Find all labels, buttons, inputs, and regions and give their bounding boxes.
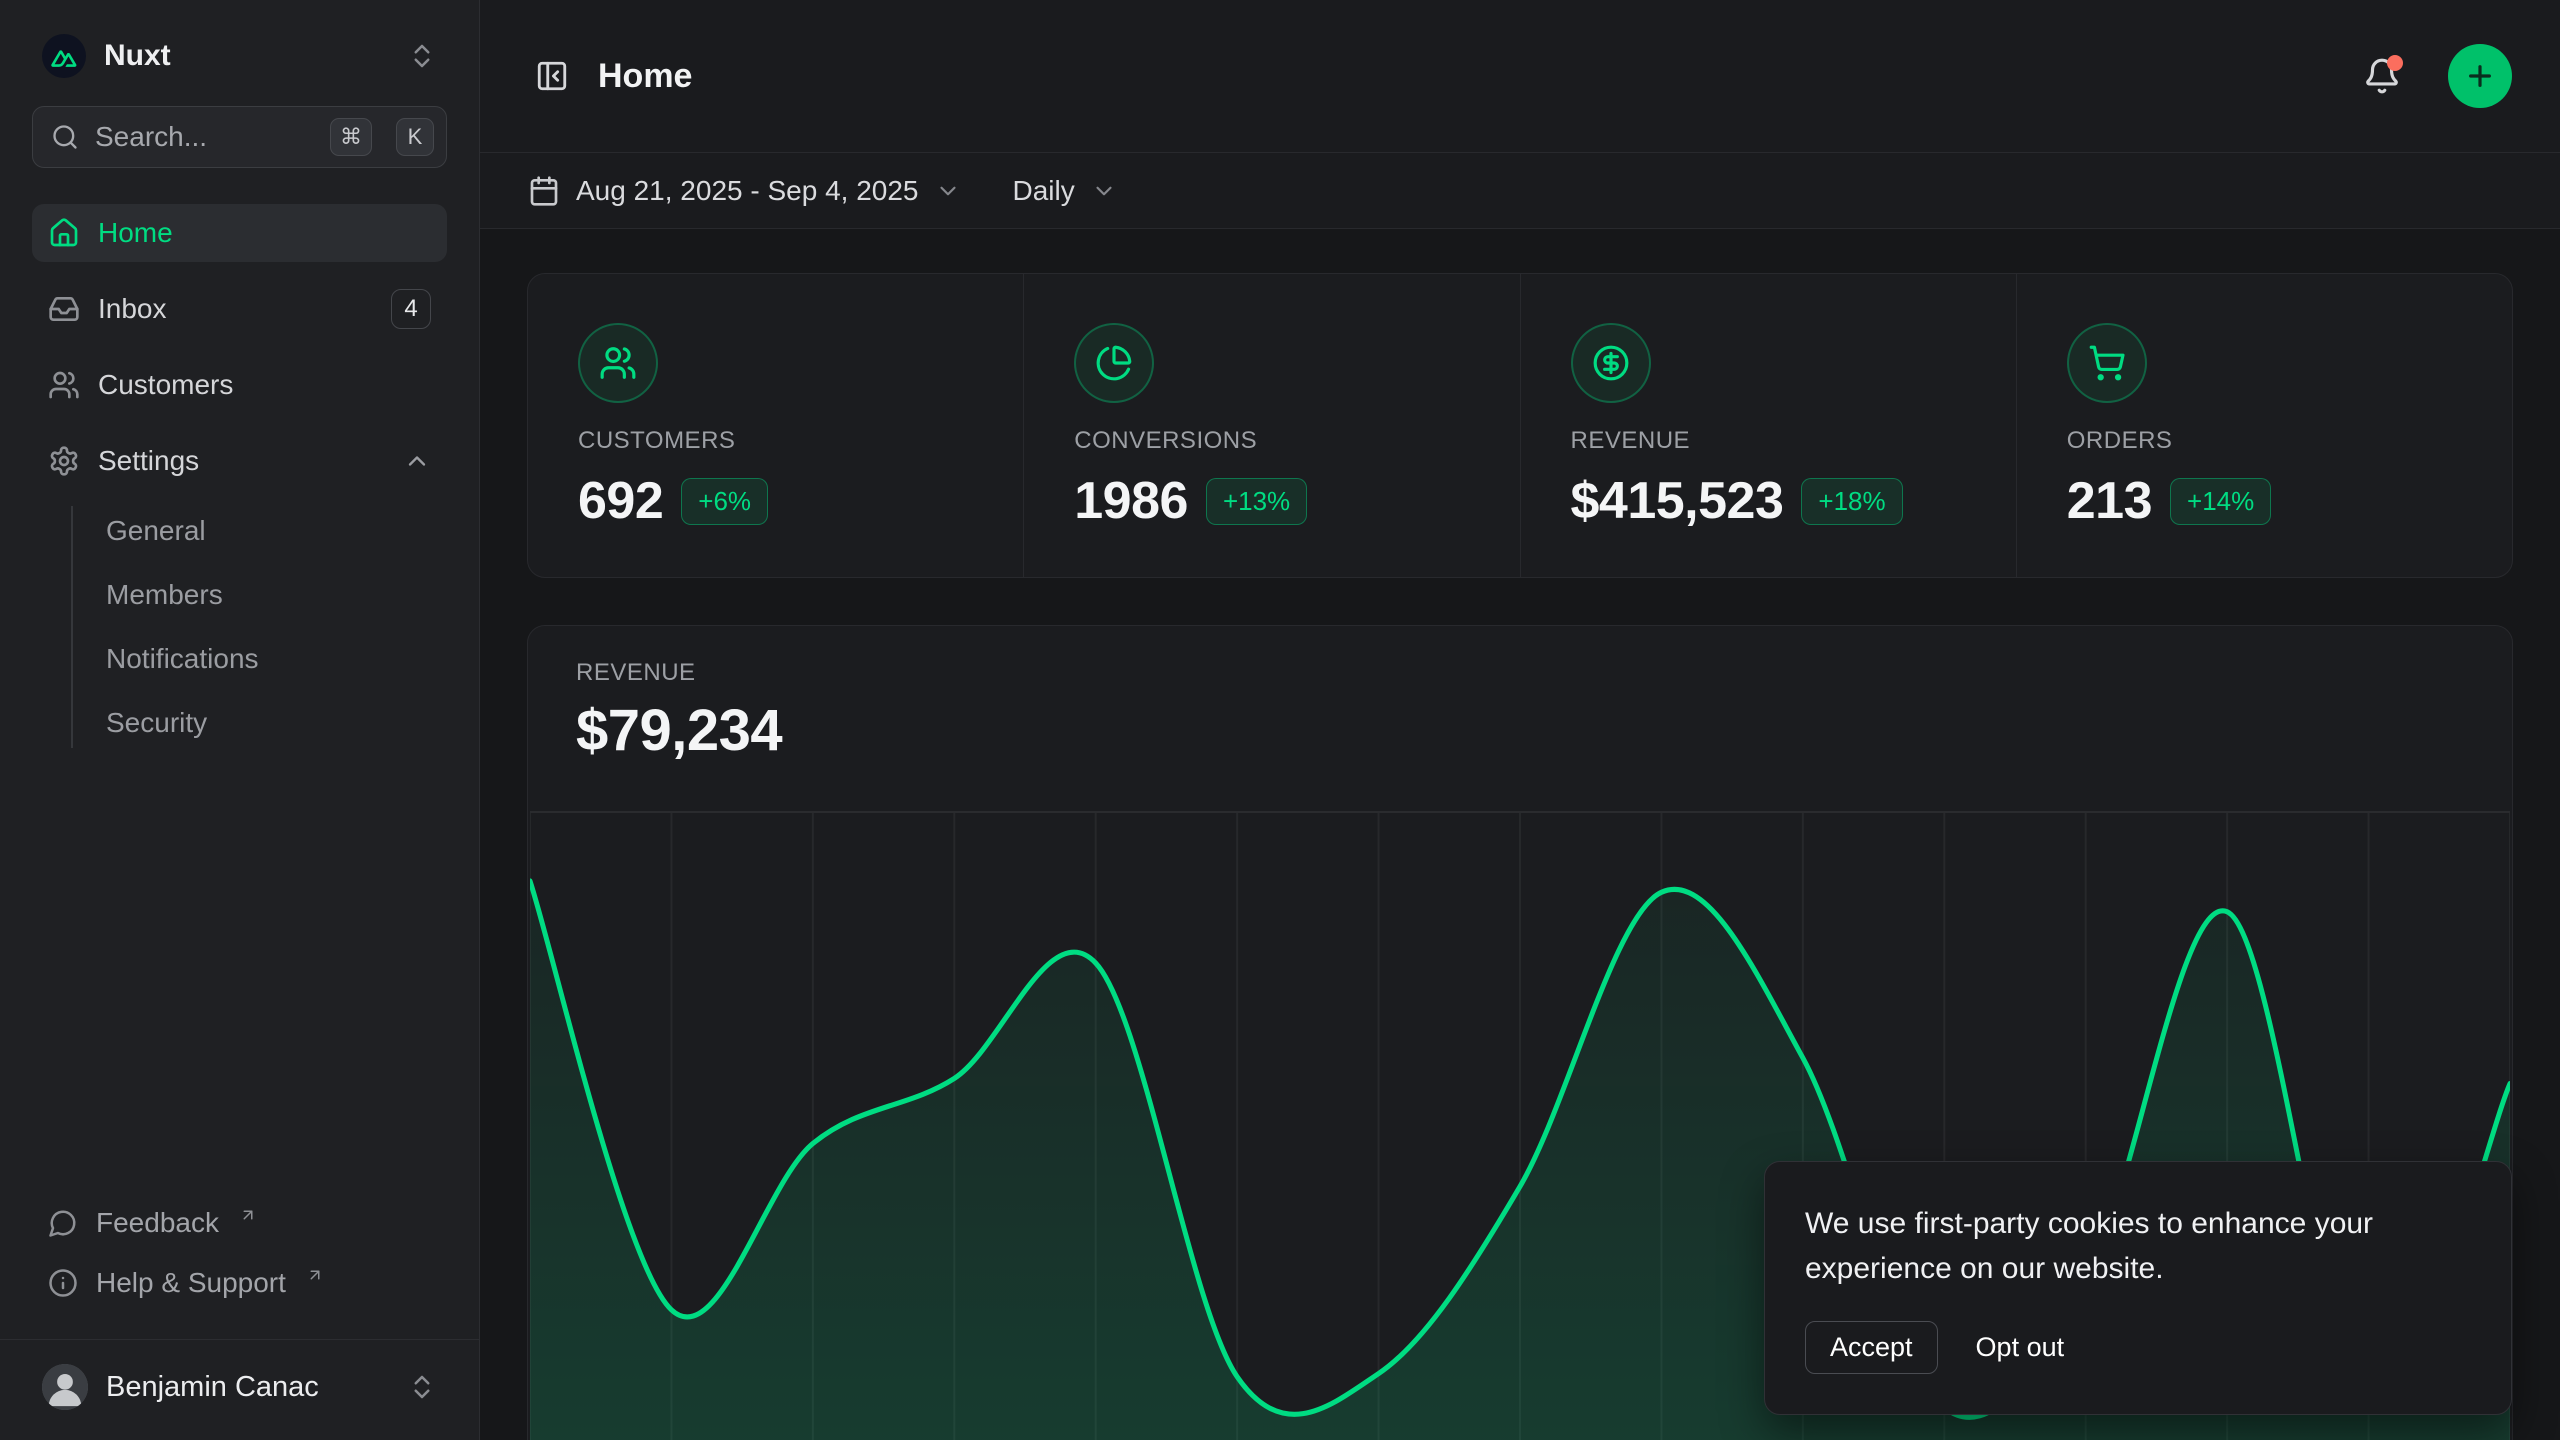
chevron-down-icon [1091,178,1117,204]
inbox-icon [48,293,80,325]
cookie-banner: We use first-party cookies to enhance yo… [1764,1161,2512,1415]
sidebar-item-label: Inbox [98,293,167,325]
settings-subnav: General Members Notifications Security [71,506,447,748]
stat-conversions[interactable]: CONVERSIONS 1986 +13% [1023,274,1519,577]
gear-icon [48,445,80,477]
external-link-icon [306,1266,324,1284]
stat-delta-badge: +6% [681,478,768,525]
sidebar-item-inbox[interactable]: Inbox 4 [32,280,447,338]
opt-out-button[interactable]: Opt out [1972,1322,2069,1373]
subnav-label: General [106,515,206,547]
search-input[interactable] [95,121,314,153]
circle-dollar-icon [1571,323,1651,403]
team-name: Nuxt [104,39,171,73]
stat-value: $415,523 [1571,471,1784,531]
notification-dot [2387,55,2403,71]
stat-customers[interactable]: CUSTOMERS 692 +6% [528,274,1023,577]
toolbar: Aug 21, 2025 - Sep 4, 2025 Daily [480,153,2560,229]
sidebar-item-notifications[interactable]: Notifications [106,634,447,684]
kbd-k: K [396,118,434,156]
pie-chart-icon [1074,323,1154,403]
period-select[interactable]: Daily [1013,175,1117,207]
stat-value: 692 [578,471,663,531]
inbox-count-badge: 4 [391,289,431,329]
external-link-icon [239,1206,257,1224]
stat-revenue[interactable]: REVENUE $415,523 +18% [1520,274,2016,577]
revenue-total: $79,234 [576,697,2464,764]
shopping-cart-icon [2067,323,2147,403]
user-name: Benjamin Canac [106,1371,319,1404]
page-header: Home [480,0,2560,153]
revenue-label: REVENUE [576,659,2464,687]
info-circle-icon [48,1268,78,1298]
message-bubble-icon [48,1208,78,1238]
sidebar-item-label: Settings [98,445,199,477]
foot-link-label: Feedback [96,1207,219,1239]
collapse-sidebar-button[interactable] [528,52,576,100]
sidebar-item-label: Home [98,217,173,249]
stat-orders[interactable]: ORDERS 213 +14% [2016,274,2512,577]
help-support-link[interactable]: Help & Support [32,1257,447,1309]
avatar [42,1364,88,1410]
feedback-link[interactable]: Feedback [32,1197,447,1249]
home-icon [48,217,80,249]
stat-label: CUSTOMERS [578,427,975,455]
search-bar[interactable]: ⌘ K [32,106,447,168]
sidebar-item-home[interactable]: Home [32,204,447,262]
sidebar-item-customers[interactable]: Customers [32,356,447,414]
kbd-meta: ⌘ [330,118,372,156]
cookie-message: We use first-party cookies to enhance yo… [1805,1202,2395,1291]
sidebar-nav: Home Inbox 4 Customers Settings [32,204,447,762]
stat-delta-badge: +14% [2170,478,2271,525]
chevron-up-icon [403,447,431,475]
stat-label: CONVERSIONS [1074,427,1471,455]
users-icon [578,323,658,403]
stat-delta-badge: +13% [1206,478,1307,525]
chevron-down-icon [935,178,961,204]
foot-link-label: Help & Support [96,1267,286,1299]
header-actions [2360,44,2512,108]
sidebar-item-settings[interactable]: Settings [32,432,447,490]
stats-cards: CUSTOMERS 692 +6% CONVERSIONS 1986 +13% [527,273,2513,578]
nuxt-logo-icon [42,34,86,78]
calendar-icon [528,175,560,207]
sidebar-footer: Feedback Help & Support [0,1197,479,1317]
chevrons-up-down-icon [407,1372,437,1402]
sidebar-item-members[interactable]: Members [106,570,447,620]
user-section: Benjamin Canac [0,1339,479,1440]
stat-value: 213 [2067,471,2152,531]
sidebar-item-general[interactable]: General [106,506,447,556]
user-menu[interactable]: Benjamin Canac [32,1356,447,1418]
date-range-label: Aug 21, 2025 - Sep 4, 2025 [576,175,919,207]
sidebar-item-label: Customers [98,369,233,401]
stat-label: REVENUE [1571,427,1968,455]
date-range-picker[interactable]: Aug 21, 2025 - Sep 4, 2025 [528,175,961,207]
sidebar-item-security[interactable]: Security [106,698,447,748]
team-switcher[interactable]: Nuxt [32,26,447,86]
search-icon [51,123,79,151]
stat-delta-badge: +18% [1801,478,1902,525]
stat-label: ORDERS [2067,427,2464,455]
notifications-button[interactable] [2360,54,2404,98]
page-title: Home [598,57,692,96]
period-label: Daily [1013,175,1075,207]
users-icon [48,369,80,401]
stat-value: 1986 [1074,471,1188,531]
add-button[interactable] [2448,44,2512,108]
plus-icon [2464,60,2496,92]
subnav-label: Members [106,579,223,611]
sidebar: Nuxt ⌘ K Home Inbo [0,0,480,1440]
accept-button[interactable]: Accept [1805,1321,1938,1374]
subnav-label: Notifications [106,643,259,675]
subnav-label: Security [106,707,207,739]
chevrons-up-down-icon [407,41,437,71]
